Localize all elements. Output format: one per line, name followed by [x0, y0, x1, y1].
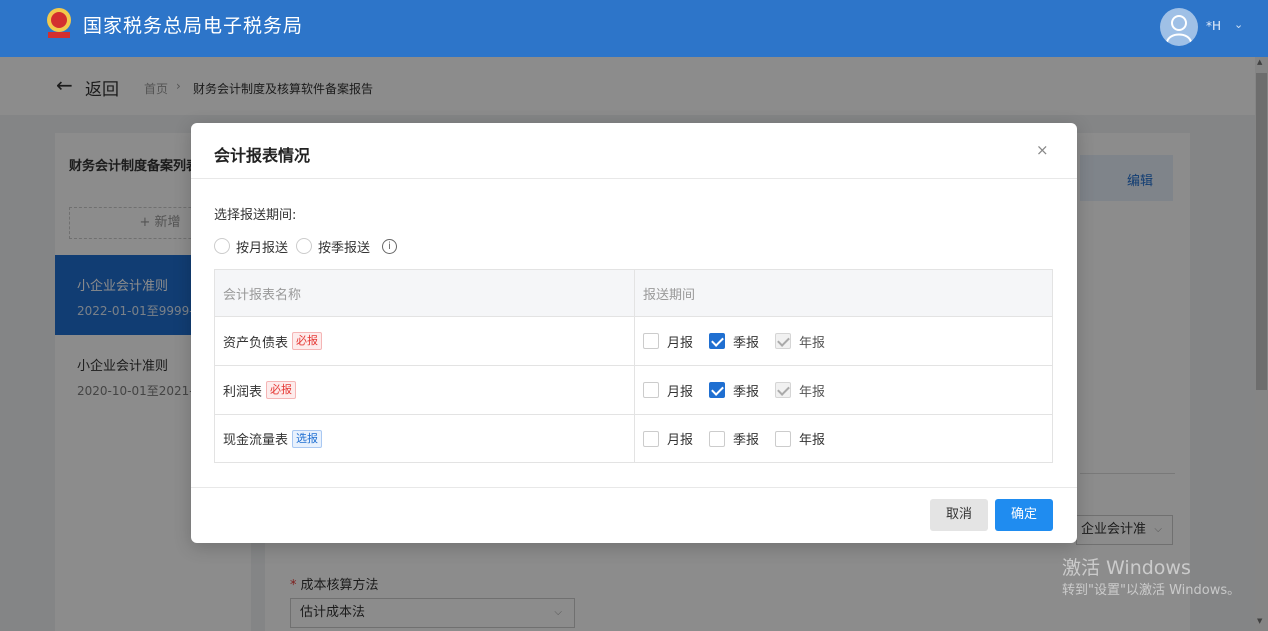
radio-quarterly-label[interactable]: 按季报送 [318, 237, 370, 256]
required-tag: 必报 [292, 332, 323, 350]
yearly-checkbox[interactable] [775, 430, 792, 447]
table-row: 现金流量表 选报 月报 季报 年报 [215, 415, 1052, 462]
period-label: 选择报送期间: [214, 208, 297, 223]
column-header-period: 报送期间 [643, 287, 696, 303]
user-icon [1166, 15, 1192, 43]
windows-watermark-subtitle: 转到"设置"以激活 Windows。 [1062, 583, 1241, 598]
quarterly-checkbox[interactable] [709, 382, 726, 398]
report-name: 资产负债表 [223, 335, 289, 351]
divider [191, 487, 1077, 488]
optional-tag: 选报 [292, 429, 323, 448]
checkbox-label[interactable]: 月报 [667, 429, 693, 448]
quarterly-checkbox[interactable] [709, 430, 726, 447]
chevron-down-icon[interactable]: ⌄ [1234, 18, 1243, 31]
monthly-checkbox[interactable] [643, 382, 659, 398]
confirm-button[interactable]: 确定 [995, 499, 1053, 531]
table-row: 利润表 必报 月报 季报 年报 [215, 366, 1052, 415]
divider [191, 178, 1077, 179]
checkbox-label[interactable]: 季报 [733, 381, 759, 400]
top-header: 国家税务总局电子税务局 *H ⌄ [0, 0, 1268, 57]
report-table: 会计报表名称 报送期间 资产负债表 必报 月报 季报 年报 利润表 必报 月报 … [214, 269, 1053, 463]
checkbox-label[interactable]: 月报 [667, 332, 693, 351]
required-tag: 必报 [266, 381, 297, 399]
table-header: 会计报表名称 报送期间 [215, 270, 1052, 317]
radio-monthly-label[interactable]: 按月报送 [236, 237, 288, 256]
checkbox-label[interactable]: 季报 [733, 332, 759, 351]
report-name: 现金流量表 [223, 433, 289, 448]
windows-watermark-title: 激活 Windows [1062, 557, 1191, 579]
radio-quarterly[interactable] [296, 238, 313, 254]
user-name[interactable]: *H [1206, 19, 1221, 33]
dialog-title: 会计报表情况 [214, 146, 311, 165]
info-icon[interactable]: i [382, 238, 398, 254]
column-header-name: 会计报表名称 [223, 287, 302, 303]
checkbox-label: 年报 [799, 384, 826, 400]
tax-emblem-icon [47, 8, 71, 38]
report-name: 利润表 [223, 384, 263, 400]
monthly-checkbox[interactable] [643, 430, 659, 447]
user-avatar[interactable] [1160, 8, 1198, 46]
report-dialog: 会计报表情况 × 选择报送期间: 按月报送 按季报送 i 会计报表名称 报送期间… [191, 123, 1077, 543]
checkbox-label[interactable]: 年报 [799, 429, 825, 448]
monthly-checkbox[interactable] [643, 333, 659, 349]
radio-monthly[interactable] [214, 238, 230, 254]
yearly-checkbox [775, 382, 792, 398]
yearly-checkbox [775, 333, 792, 349]
period-radio-group: 按月报送 按季报送 i [214, 235, 398, 257]
table-row: 资产负债表 必报 月报 季报 年报 [215, 317, 1052, 366]
site-title: 国家税务总局电子税务局 [83, 15, 304, 37]
close-icon[interactable]: × [1036, 141, 1049, 159]
quarterly-checkbox[interactable] [709, 333, 726, 349]
cancel-button[interactable]: 取消 [930, 499, 988, 531]
checkbox-label[interactable]: 季报 [733, 429, 759, 448]
checkbox-label: 年报 [799, 335, 826, 351]
checkbox-label[interactable]: 月报 [667, 381, 693, 400]
